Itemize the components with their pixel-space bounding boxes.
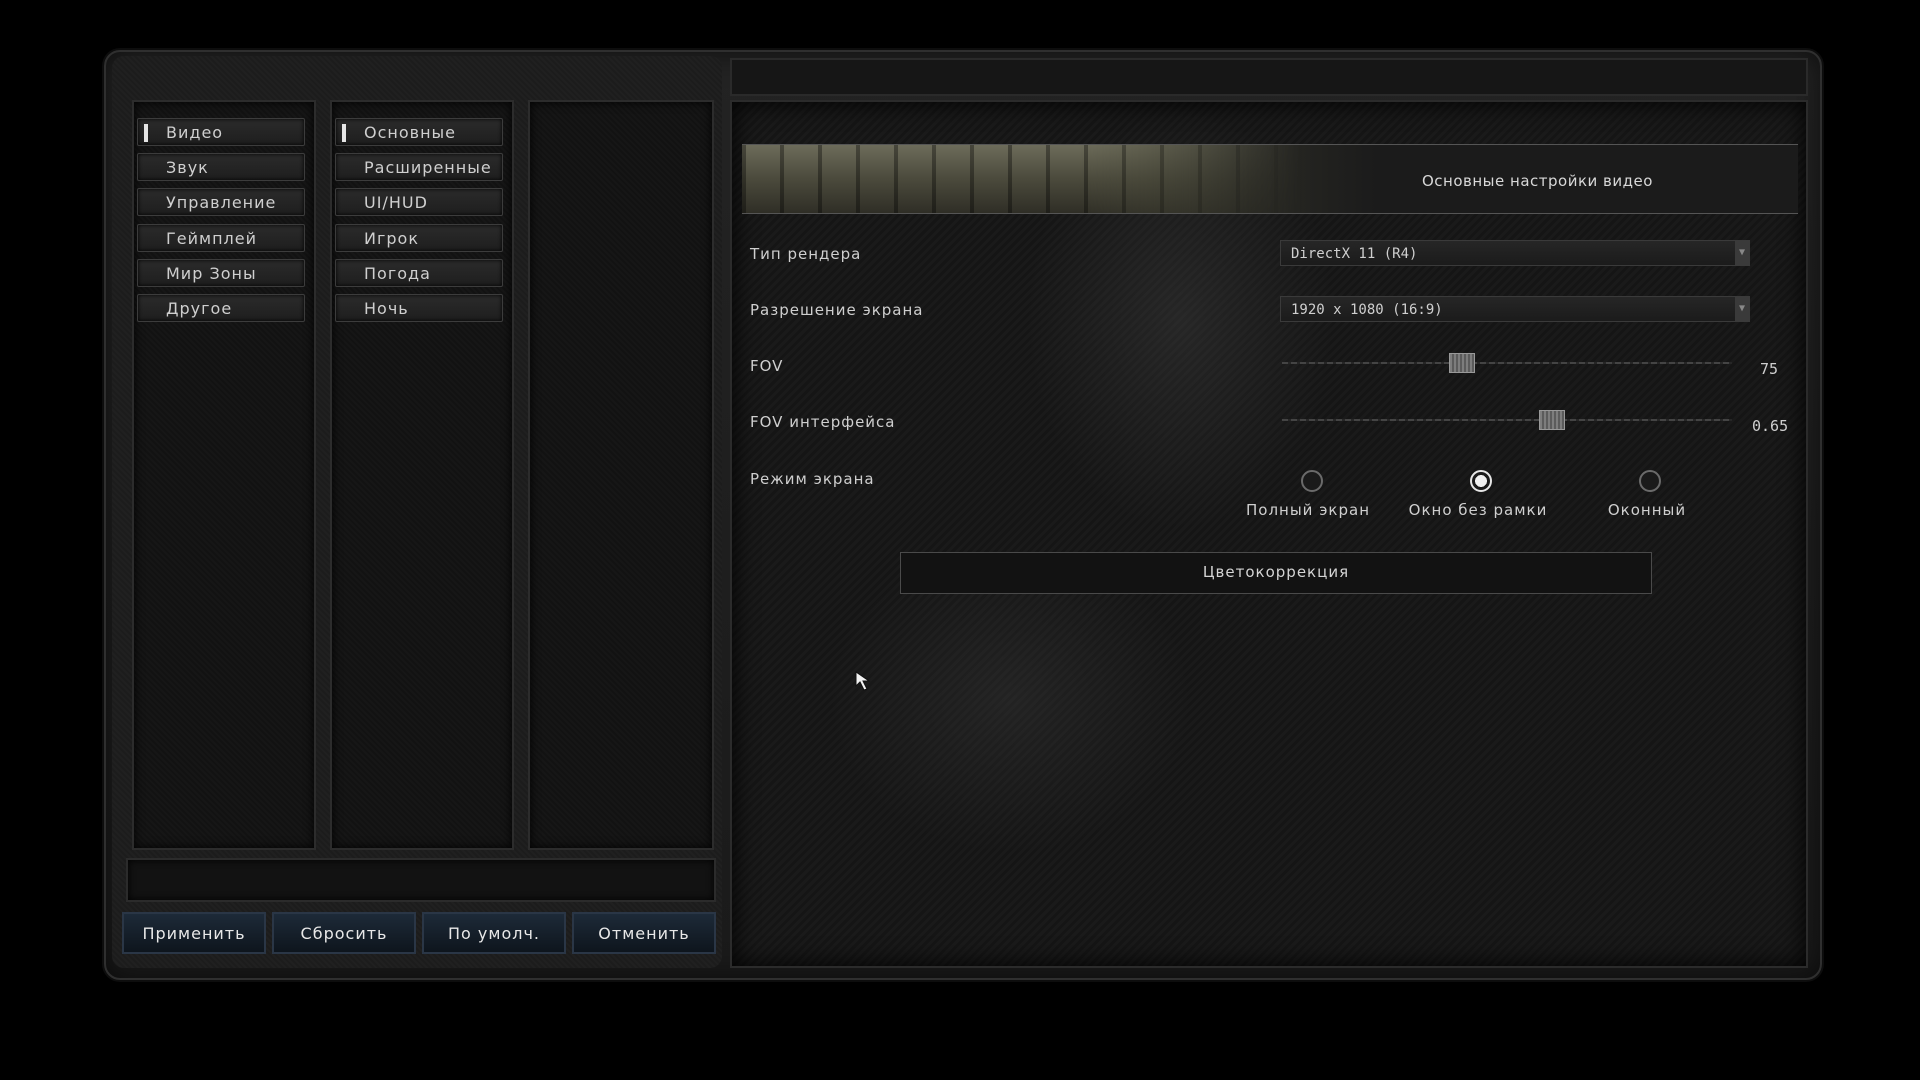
category-video[interactable]: Видео [137, 118, 305, 146]
screen-mode-label: Режим экрана [750, 470, 875, 488]
color-correction-button[interactable]: Цветокоррекция [900, 552, 1652, 594]
fullscreen-label: Полный экран [1245, 501, 1371, 519]
default-button[interactable]: По умолч. [422, 912, 566, 954]
menu-label: Мир Зоны [166, 264, 257, 283]
menu-label: Другое [166, 299, 233, 318]
subcategory-weather[interactable]: Погода [335, 259, 503, 287]
menu-label: Звук [166, 158, 209, 177]
resolution-label: Разрешение экрана [750, 301, 924, 319]
menu-label: Основные [364, 123, 457, 142]
header-bar [730, 58, 1808, 96]
apply-button[interactable]: Применить [122, 912, 266, 954]
empty-list [528, 100, 714, 850]
windowed-radio[interactable] [1639, 470, 1661, 492]
dropdown-value: DirectX 11 (R4) [1291, 246, 1418, 262]
fov-value: 75 [1760, 360, 1779, 378]
render-type-label: Тип рендера [750, 245, 862, 263]
subcategory-ui-hud[interactable]: UI/HUD [335, 188, 503, 216]
category-other[interactable]: Другое [137, 294, 305, 322]
category-controls[interactable]: Управление [137, 188, 305, 216]
fov-slider-thumb[interactable] [1449, 353, 1475, 373]
dropdown-value: 1920 x 1080 (16:9) [1291, 302, 1443, 318]
banner-image [742, 145, 1302, 213]
render-type-dropdown[interactable]: DirectX 11 (R4) ▼ [1280, 240, 1750, 266]
chevron-down-icon[interactable]: ▼ [1735, 297, 1749, 321]
menu-label: Видео [166, 123, 224, 142]
menu-label: Игрок [364, 229, 419, 248]
subcategory-advanced[interactable]: Расширенные [335, 153, 503, 181]
menu-label: Погода [364, 264, 431, 283]
menu-label: Ночь [364, 299, 409, 318]
category-zone-world[interactable]: Мир Зоны [137, 259, 305, 287]
borderless-label: Окно без рамки [1408, 501, 1548, 519]
menu-label: Расширенные [364, 158, 492, 177]
mouse-cursor-icon [855, 671, 871, 691]
settings-content-panel [730, 100, 1808, 968]
fov-slider-track[interactable] [1282, 362, 1732, 364]
category-gameplay[interactable]: Геймплей [137, 224, 305, 252]
section-title: Основные настройки видео [1422, 172, 1653, 190]
category-sound[interactable]: Звук [137, 153, 305, 181]
hud-fov-slider-thumb[interactable] [1539, 410, 1565, 430]
subcategory-basic[interactable]: Основные [335, 118, 503, 146]
borderless-radio[interactable] [1470, 470, 1492, 492]
fov-label: FOV [750, 357, 784, 375]
resolution-dropdown[interactable]: 1920 x 1080 (16:9) ▼ [1280, 296, 1750, 322]
hud-fov-slider-track[interactable] [1282, 419, 1732, 421]
status-bar [126, 858, 716, 902]
fullscreen-radio[interactable] [1301, 470, 1323, 492]
menu-label: UI/HUD [364, 193, 428, 212]
hud-fov-label: FOV интерфейса [750, 413, 896, 431]
cancel-button[interactable]: Отменить [572, 912, 716, 954]
hud-fov-value: 0.65 [1752, 417, 1789, 435]
windowed-label: Оконный [1607, 501, 1687, 519]
reset-button[interactable]: Сбросить [272, 912, 416, 954]
subcategory-player[interactable]: Игрок [335, 224, 503, 252]
chevron-down-icon[interactable]: ▼ [1735, 241, 1749, 265]
menu-label: Геймплей [166, 229, 257, 248]
subcategory-night[interactable]: Ночь [335, 294, 503, 322]
menu-label: Управление [166, 193, 277, 212]
